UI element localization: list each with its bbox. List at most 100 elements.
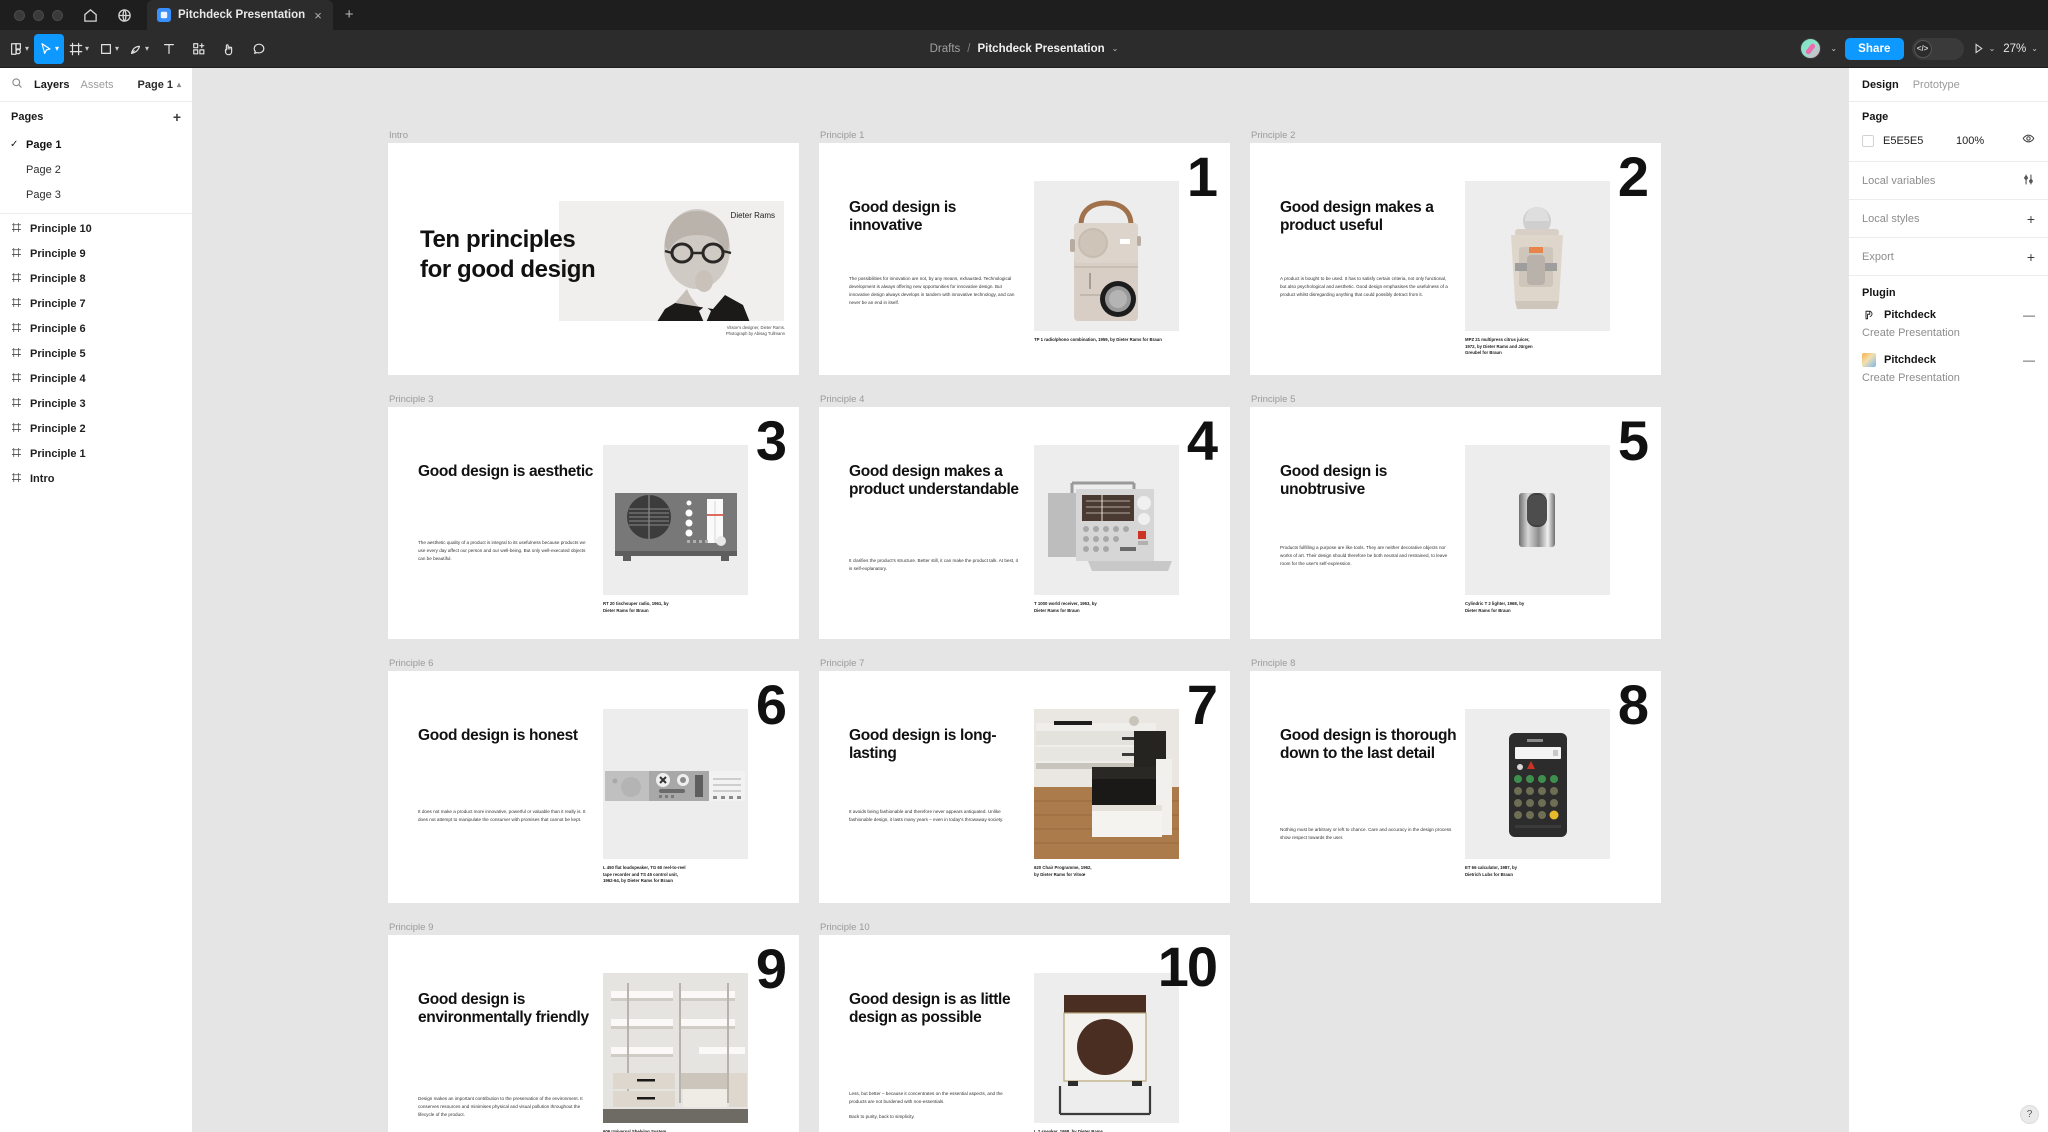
shape-tool-button[interactable]: ▾ [94, 34, 124, 64]
slide-principle-4[interactable]: Principle 4 4 Good design makes a produc… [819, 394, 1230, 671]
maximize-window-dot[interactable] [52, 9, 63, 21]
page-item-2[interactable]: Page 2 [0, 157, 192, 182]
slide-canvas[interactable]: 10 Good design is as little design as po… [819, 935, 1230, 1132]
slide-principle-3[interactable]: Principle 3 3 Good design is aesthetic T… [388, 394, 799, 671]
export-row[interactable]: Export + [1849, 238, 2048, 276]
layer-item-principle-7[interactable]: Principle 7 [0, 291, 192, 316]
plugin-item-pitchdeck-2[interactable]: Pitchdeck — [1849, 348, 2048, 371]
frame-name-label[interactable]: Principle 7 [820, 658, 864, 669]
close-window-dot[interactable] [14, 9, 25, 21]
layer-item-intro[interactable]: Intro [0, 466, 192, 491]
layer-item-principle-8[interactable]: Principle 8 [0, 266, 192, 291]
tab-assets[interactable]: Assets [80, 79, 113, 91]
new-tab-button[interactable]: + [333, 0, 366, 30]
layer-item-principle-2[interactable]: Principle 2 [0, 416, 192, 441]
chevron-down-icon[interactable]: ⌄ [1112, 44, 1119, 53]
plus-icon[interactable]: + [2027, 250, 2035, 264]
breadcrumb-file-name[interactable]: Pitchdeck Presentation [977, 43, 1104, 55]
globe-icon[interactable] [107, 0, 141, 30]
search-icon[interactable] [11, 76, 23, 94]
slide-principle-8[interactable]: Principle 8 8 Good design is thorough do… [1250, 658, 1661, 935]
fill-opacity-value[interactable]: 100% [1956, 135, 1984, 147]
fill-hex-value[interactable]: E5E5E5 [1883, 135, 1947, 147]
layer-item-principle-9[interactable]: Principle 9 [0, 241, 192, 266]
sliders-icon[interactable] [2022, 173, 2035, 188]
slide-canvas[interactable]: 8 Good design is thorough down to the la… [1250, 671, 1661, 903]
chevron-down-icon[interactable]: ⌄ [1989, 44, 1996, 53]
share-button[interactable]: Share [1845, 37, 1904, 60]
zoom-control[interactable]: 27% ⌄ [2003, 43, 2038, 55]
main-menu-button[interactable]: ▾ [4, 34, 34, 64]
collapse-icon[interactable]: — [2023, 354, 2035, 366]
layer-item-principle-10[interactable]: Principle 10 [0, 216, 192, 241]
slide-principle-7[interactable]: Principle 7 7 Good design is long-lastin… [819, 658, 1230, 935]
slide-principle-6[interactable]: Principle 6 6 Good design is honest It d… [388, 658, 799, 935]
plugin-subtitle[interactable]: Create Presentation [1849, 326, 2048, 348]
page-item-3[interactable]: Page 3 [0, 182, 192, 207]
plugin-subtitle[interactable]: Create Presentation [1849, 371, 2048, 393]
tab-prototype[interactable]: Prototype [1913, 79, 1960, 91]
frame-name-label[interactable]: Principle 2 [1251, 130, 1295, 141]
present-button[interactable]: ⌄ [1972, 42, 1996, 55]
plugin-item-pitchdeck-1[interactable]: Pitchdeck — [1849, 303, 2048, 326]
eye-icon[interactable] [2022, 132, 2035, 150]
minimize-window-dot[interactable] [33, 9, 44, 21]
hand-tool-button[interactable] [214, 34, 244, 64]
layer-item-principle-5[interactable]: Principle 5 [0, 341, 192, 366]
frame-name-label[interactable]: Principle 8 [1251, 658, 1295, 669]
frame-name-label[interactable]: Intro [389, 130, 408, 141]
local-variables-row[interactable]: Local variables [1849, 162, 2048, 200]
text-tool-button[interactable] [154, 34, 184, 64]
home-icon[interactable] [73, 0, 107, 30]
dev-mode-toggle[interactable]: </> [1911, 37, 1964, 60]
frame-tool-button[interactable]: ▾ [64, 34, 94, 64]
layer-item-principle-4[interactable]: Principle 4 [0, 366, 192, 391]
help-button[interactable]: ? [2020, 1105, 2039, 1124]
tab-layers[interactable]: Layers [34, 79, 69, 91]
frame-name-label[interactable]: Principle 4 [820, 394, 864, 405]
file-tab[interactable]: Pitchdeck Presentation × [147, 0, 333, 30]
slide-principle-10[interactable]: Principle 10 10 Good design is as little… [819, 922, 1230, 1132]
page-selector[interactable]: Page 1 ▴ [138, 79, 181, 91]
avatar[interactable] [1800, 38, 1822, 59]
slide-canvas[interactable]: 2 Good design makes a product useful A p… [1250, 143, 1661, 375]
slide-canvas[interactable]: 4 Good design makes a product understand… [819, 407, 1230, 639]
collapse-icon[interactable]: — [2023, 309, 2035, 321]
slide-intro[interactable]: Intro Dieter Rams Ten principles for goo… [388, 130, 799, 407]
frame-name-label[interactable]: Principle 10 [820, 922, 870, 933]
slide-canvas[interactable]: 1 Good design is innovative The possibil… [819, 143, 1230, 375]
layer-item-principle-6[interactable]: Principle 6 [0, 316, 192, 341]
slide-canvas[interactable]: Dieter Rams Ten principles for good desi… [388, 143, 799, 375]
close-icon[interactable]: × [312, 9, 324, 22]
breadcrumb-project[interactable]: Drafts [930, 43, 961, 55]
component-add-icon[interactable] [184, 34, 214, 64]
color-swatch[interactable] [1862, 135, 1874, 147]
pen-tool-button[interactable]: ▾ [124, 34, 154, 64]
slide-canvas[interactable]: 5 Good design is unobtrusive Products fu… [1250, 407, 1661, 639]
slide-canvas[interactable]: 7 Good design is long-lasting It avoids … [819, 671, 1230, 903]
frame-name-label[interactable]: Principle 9 [389, 922, 433, 933]
layer-item-principle-3[interactable]: Principle 3 [0, 391, 192, 416]
slide-canvas[interactable]: 9 Good design is environmentally friendl… [388, 935, 799, 1132]
avatar-chevron-down-icon[interactable]: ⌄ [1830, 44, 1837, 53]
frame-name-label[interactable]: Principle 6 [389, 658, 433, 669]
page-item-1[interactable]: ✓ Page 1 [0, 132, 192, 157]
frame-name-label[interactable]: Principle 5 [1251, 394, 1295, 405]
local-styles-row[interactable]: Local styles + [1849, 200, 2048, 238]
plus-icon[interactable]: + [2027, 212, 2035, 226]
slide-canvas[interactable]: 6 Good design is honest It does not make… [388, 671, 799, 903]
slide-principle-5[interactable]: Principle 5 5 Good design is unobtrusive… [1250, 394, 1661, 671]
page-fill-row[interactable]: E5E5E5 100% [1862, 132, 2035, 150]
add-page-button[interactable]: + [173, 110, 181, 124]
window-controls[interactable] [8, 0, 73, 30]
layer-item-principle-1[interactable]: Principle 1 [0, 441, 192, 466]
tab-design[interactable]: Design [1862, 79, 1899, 91]
move-tool-button[interactable]: ▾ [34, 33, 64, 64]
slide-canvas[interactable]: 3 Good design is aesthetic The aesthetic… [388, 407, 799, 639]
design-canvas[interactable]: Intro Dieter Rams Ten principles for goo… [193, 68, 1848, 1132]
slide-principle-1[interactable]: Principle 1 1 Good design is innovative … [819, 130, 1230, 407]
comment-tool-button[interactable] [244, 34, 274, 64]
frame-name-label[interactable]: Principle 3 [389, 394, 433, 405]
slide-principle-2[interactable]: Principle 2 2 Good design makes a produc… [1250, 130, 1661, 407]
frame-name-label[interactable]: Principle 1 [820, 130, 864, 141]
